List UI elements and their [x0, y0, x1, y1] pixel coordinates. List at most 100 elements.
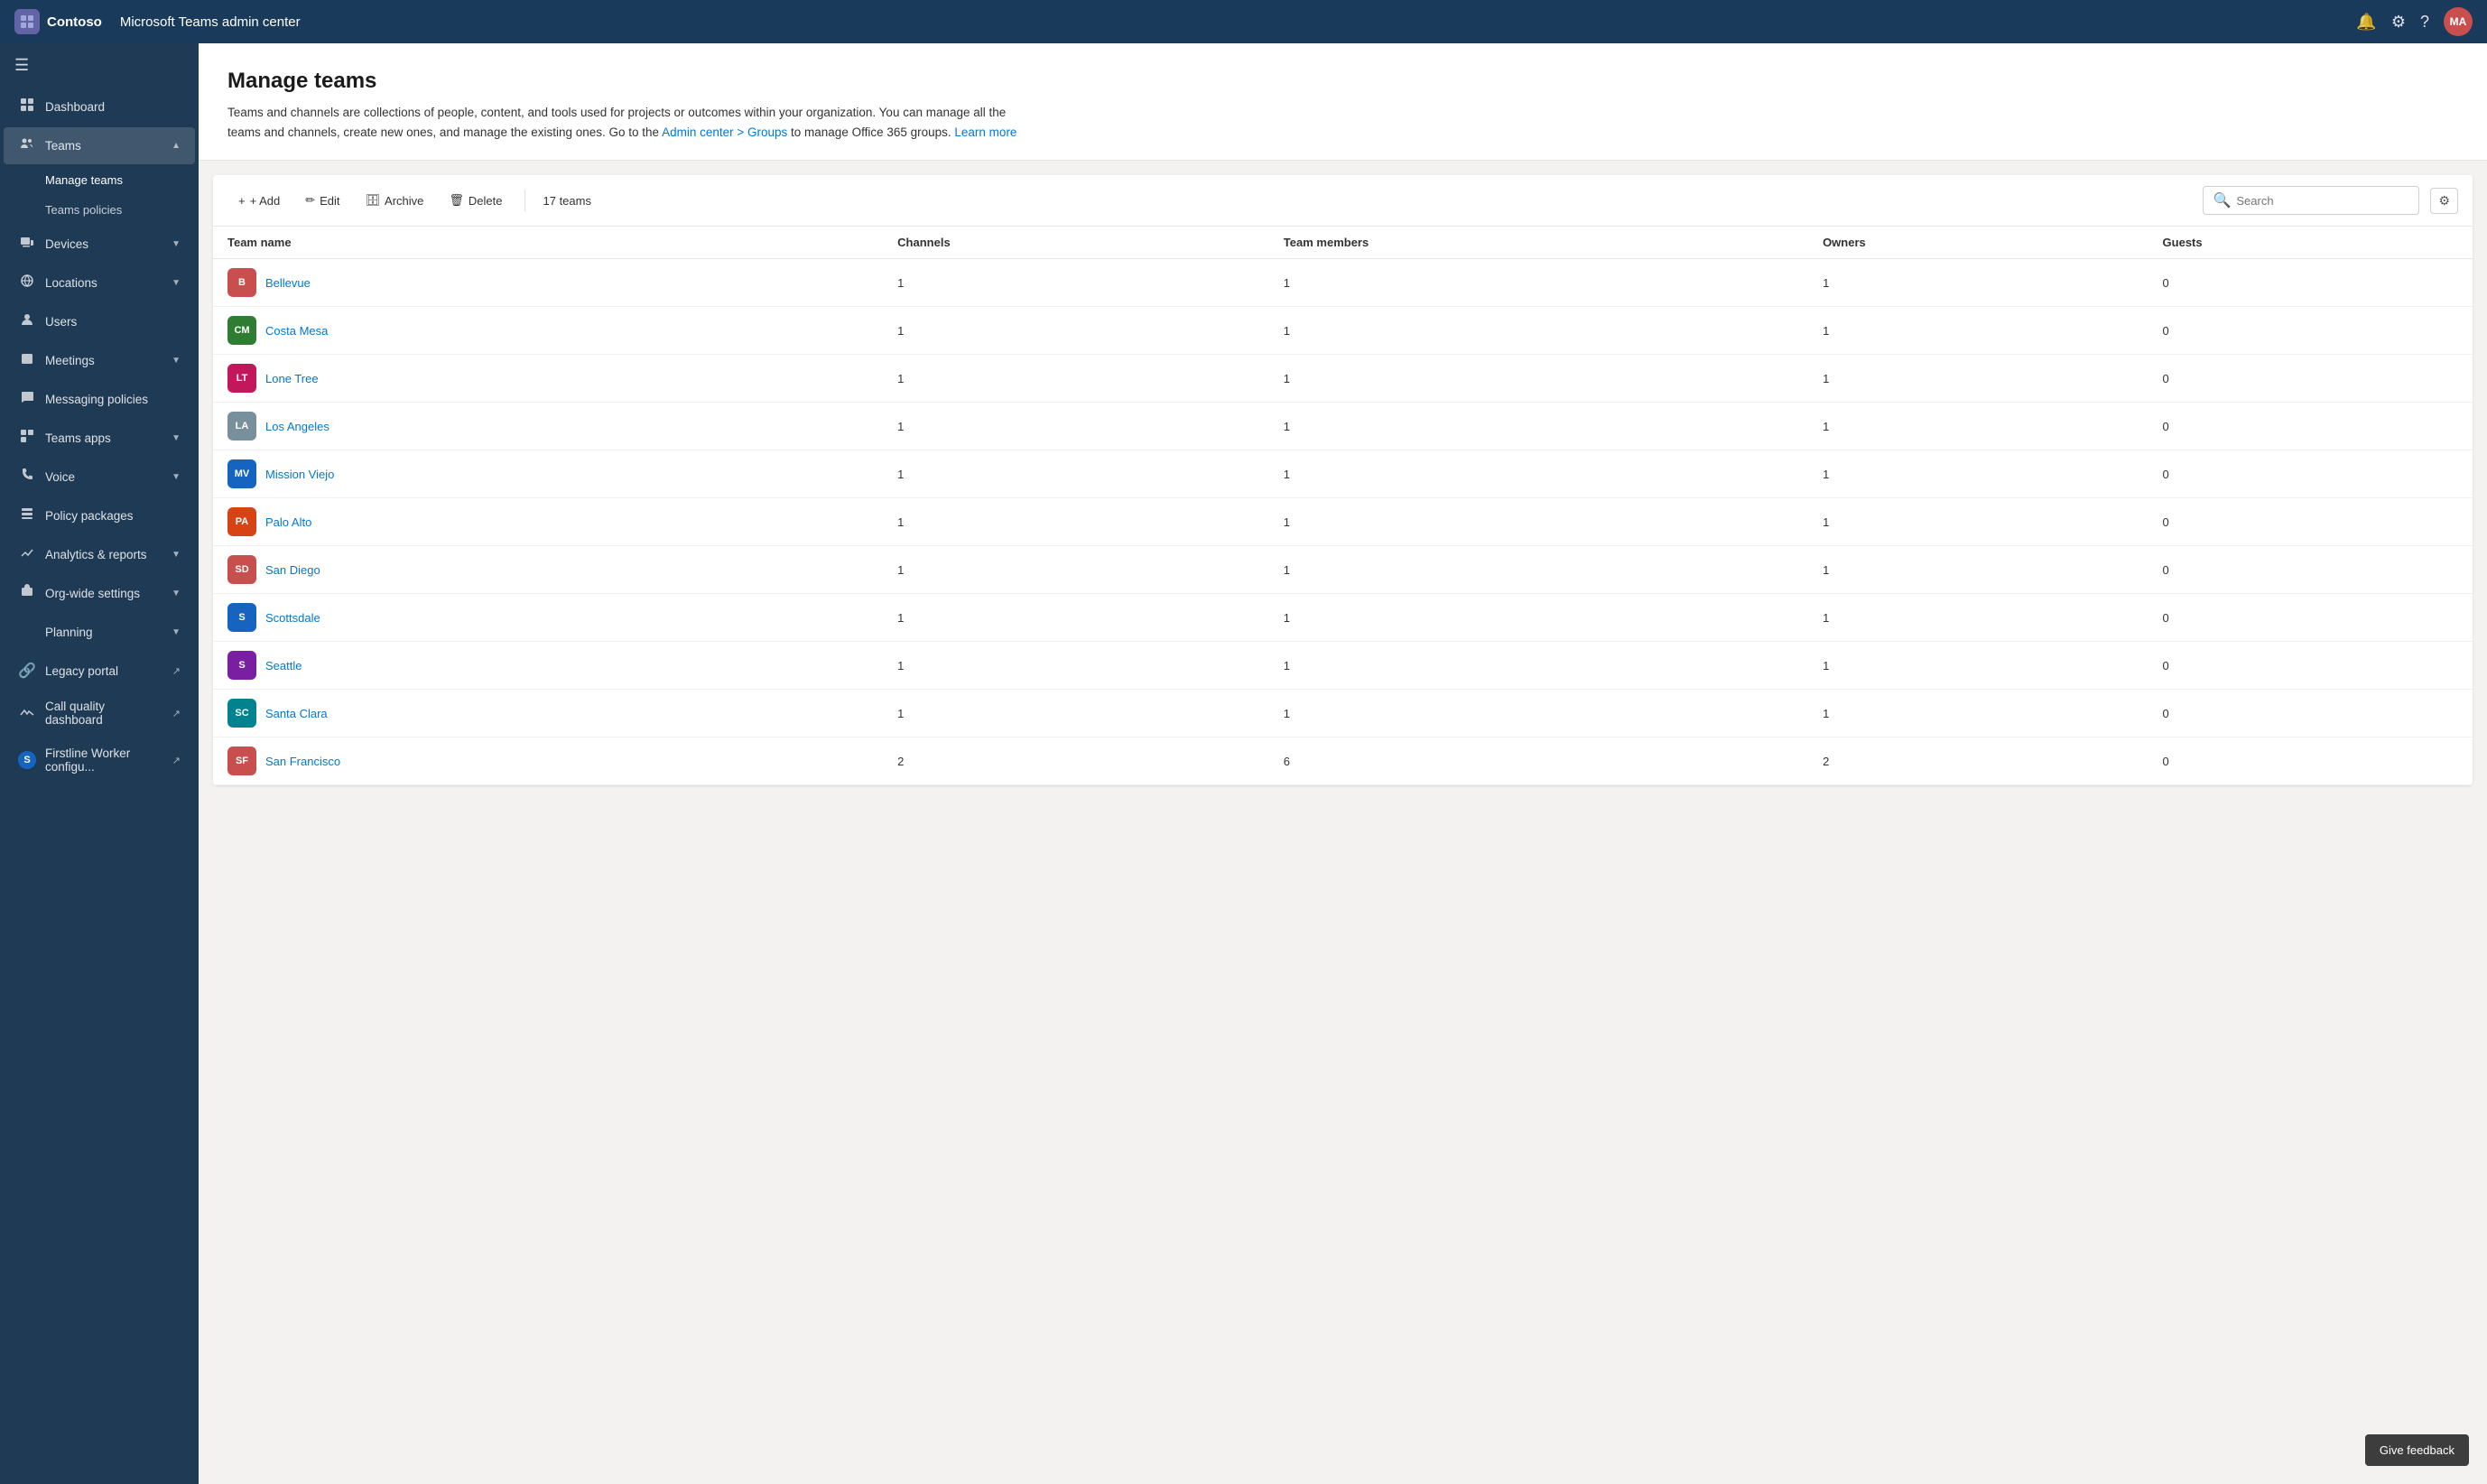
add-button[interactable]: + + Add: [227, 189, 291, 213]
table-row[interactable]: SD San Diego 1110: [213, 546, 2473, 594]
add-label: + Add: [250, 194, 281, 208]
sidebar-item-org-wide[interactable]: Org-wide settings ▼: [4, 575, 195, 612]
sidebar-item-messaging-policies[interactable]: Messaging policies: [4, 381, 195, 418]
team-name-cell-9: SC Santa Clara: [213, 690, 883, 737]
team-name-cell-0: B Bellevue: [213, 259, 883, 307]
sidebar-item-legacy-portal[interactable]: 🔗 Legacy portal ↗: [4, 653, 195, 689]
team-avatar: B: [227, 268, 256, 297]
table-row[interactable]: SC Santa Clara 1110: [213, 690, 2473, 737]
sidebar-item-voice[interactable]: Voice ▼: [4, 459, 195, 496]
team-members-10: 6: [1269, 737, 1808, 785]
admin-center-link[interactable]: Admin center > Groups: [662, 125, 787, 139]
call-quality-label: Call quality dashboard: [45, 700, 160, 727]
org-wide-label: Org-wide settings: [45, 587, 162, 600]
sidebar-item-teams-apps[interactable]: Teams apps ▼: [4, 420, 195, 457]
policy-packages-label: Policy packages: [45, 509, 181, 523]
sidebar-item-dashboard[interactable]: Dashboard: [4, 88, 195, 125]
sidebar-item-analytics-reports[interactable]: Analytics & reports ▼: [4, 536, 195, 573]
table-row[interactable]: LA Los Angeles 1110: [213, 403, 2473, 450]
toolbar-divider: [524, 190, 525, 211]
team-link[interactable]: Los Angeles: [265, 420, 329, 433]
sidebar-item-teams[interactable]: Teams ▲: [4, 127, 195, 164]
team-guests-10: 0: [2148, 737, 2473, 785]
team-link[interactable]: Costa Mesa: [265, 324, 328, 338]
sidebar-item-manage-teams[interactable]: Manage teams: [4, 166, 195, 194]
column-settings-button[interactable]: ⚙: [2430, 188, 2458, 214]
team-link[interactable]: Santa Clara: [265, 707, 328, 720]
delete-button[interactable]: 🗑 Delete: [438, 188, 513, 213]
team-link[interactable]: San Diego: [265, 563, 320, 577]
team-avatar: CM: [227, 316, 256, 345]
main-content: Manage teams Teams and channels are coll…: [199, 43, 2487, 1484]
team-channels-0: 1: [883, 259, 1269, 307]
sidebar-item-devices[interactable]: Devices ▼: [4, 226, 195, 263]
team-link[interactable]: Seattle: [265, 659, 302, 672]
search-input[interactable]: [2236, 194, 2409, 208]
team-guests-5: 0: [2148, 498, 2473, 546]
sidebar-item-locations[interactable]: Locations ▼: [4, 264, 195, 301]
team-link[interactable]: Scottsdale: [265, 611, 320, 625]
sidebar-item-meetings[interactable]: Meetings ▼: [4, 342, 195, 379]
team-channels-1: 1: [883, 307, 1269, 355]
page-title: Manage teams: [227, 69, 2458, 94]
learn-more-link[interactable]: Learn more: [954, 125, 1016, 139]
table-row[interactable]: B Bellevue 1110: [213, 259, 2473, 307]
policy-packages-icon: [18, 506, 36, 525]
team-owners-9: 1: [1808, 690, 2148, 737]
archive-button[interactable]: 🗄 Archive: [355, 188, 435, 213]
search-box[interactable]: 🔍: [2203, 186, 2419, 215]
legacy-portal-icon: 🔗: [18, 662, 36, 680]
sidebar-item-users[interactable]: Users: [4, 303, 195, 340]
locations-label: Locations: [45, 276, 162, 290]
teams-table-section: + + Add ✏ Edit 🗄 Archive 🗑 Delete 17 tea…: [213, 175, 2473, 785]
org-wide-icon: [18, 584, 36, 603]
teams-apps-label: Teams apps: [45, 431, 162, 445]
user-avatar[interactable]: MA: [2444, 7, 2473, 36]
notifications-icon[interactable]: 🔔: [2356, 13, 2376, 32]
team-link[interactable]: Bellevue: [265, 276, 311, 290]
table-row[interactable]: LT Lone Tree 1110: [213, 355, 2473, 403]
team-channels-8: 1: [883, 642, 1269, 690]
help-icon[interactable]: ?: [2420, 13, 2429, 32]
edit-button[interactable]: ✏ Edit: [294, 188, 350, 213]
edit-icon: ✏: [305, 193, 315, 208]
sidebar-item-teams-policies[interactable]: Teams policies: [4, 196, 195, 224]
team-owners-3: 1: [1808, 403, 2148, 450]
table-row[interactable]: CM Costa Mesa 1110: [213, 307, 2473, 355]
table-row[interactable]: S Seattle 1110: [213, 642, 2473, 690]
firstline-external-icon: ↗: [172, 755, 181, 766]
team-count: 17 teams: [536, 194, 599, 208]
messaging-icon: [18, 390, 36, 409]
settings-icon[interactable]: ⚙: [2391, 13, 2406, 32]
sidebar-item-firstline-worker[interactable]: S Firstline Worker configu... ↗: [4, 737, 195, 783]
table-row[interactable]: S Scottsdale 1110: [213, 594, 2473, 642]
table-row[interactable]: SF San Francisco 2620: [213, 737, 2473, 785]
team-link[interactable]: Palo Alto: [265, 515, 311, 529]
teams-label: Teams: [45, 139, 162, 153]
analytics-icon: [18, 545, 36, 564]
team-members-3: 1: [1269, 403, 1808, 450]
app-logo[interactable]: Contoso: [14, 9, 102, 34]
hamburger-button[interactable]: ☰: [0, 43, 199, 88]
team-owners-2: 1: [1808, 355, 2148, 403]
team-avatar: SD: [227, 555, 256, 584]
team-link[interactable]: San Francisco: [265, 755, 340, 768]
sidebar-item-call-quality[interactable]: Call quality dashboard ↗: [4, 691, 195, 736]
table-row[interactable]: MV Mission Viejo 1110: [213, 450, 2473, 498]
table-row[interactable]: PA Palo Alto 1110: [213, 498, 2473, 546]
team-owners-8: 1: [1808, 642, 2148, 690]
teams-chevron: ▲: [172, 141, 181, 151]
meetings-icon: [18, 351, 36, 370]
locations-icon: [18, 274, 36, 292]
team-channels-10: 2: [883, 737, 1269, 785]
team-link[interactable]: Lone Tree: [265, 372, 319, 385]
give-feedback-button[interactable]: Give feedback: [2365, 1434, 2469, 1466]
devices-chevron: ▼: [172, 239, 181, 249]
table-header-row: Team name Channels Team members Owners G…: [213, 227, 2473, 259]
team-link[interactable]: Mission Viejo: [265, 468, 334, 481]
team-owners-7: 1: [1808, 594, 2148, 642]
planning-label: Planning: [45, 626, 162, 639]
topbar: Contoso Microsoft Teams admin center 🔔 ⚙…: [0, 0, 2487, 43]
sidebar-item-planning[interactable]: Planning ▼: [4, 614, 195, 651]
sidebar-item-policy-packages[interactable]: Policy packages: [4, 497, 195, 534]
